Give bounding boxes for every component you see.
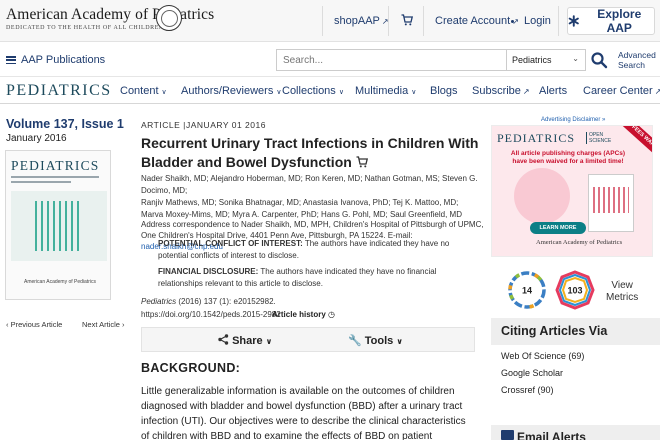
external-link-icon: ↗ [522, 87, 530, 96]
top-bar: American Academy of Pediatrics DEDICATED… [0, 0, 660, 42]
nav-multimedia[interactable]: Multimedia ∨ [355, 85, 416, 97]
conflict-of-interest: POTENTIAL CONFLICT OF INTEREST: The auth… [158, 239, 450, 260]
search-row: AAP Publications Pediatrics ⌄ Advanced S… [0, 43, 660, 77]
wrench-icon: 🔧 [348, 335, 362, 347]
divider [423, 6, 424, 36]
citing-articles-heading: Citing Articles Via [491, 318, 660, 345]
advanced-search-link[interactable]: Advanced Search [618, 50, 656, 70]
article-toolbar: Share ∨ 🔧 Tools ∨ [141, 327, 475, 352]
nav-blogs[interactable]: Blogs [430, 85, 458, 97]
article-title: Recurrent Urinary Tract Infections in Ch… [141, 135, 479, 170]
asterisk-icon [568, 15, 579, 27]
nav-career-center[interactable]: Career Center ↗ [583, 85, 660, 97]
issue-volume-link[interactable]: Volume 137, Issue 1 [6, 117, 124, 131]
crossref-link[interactable]: Crossref (90) [501, 385, 554, 395]
divider [558, 6, 559, 36]
background-heading: BACKGROUND: [141, 361, 241, 375]
main-nav: PEDIATRICS Content ∨ Authors/Reviewers ∨ C… [0, 78, 660, 104]
issue-date: January 2016 [6, 133, 67, 144]
dimensions-badge[interactable]: 14 [507, 270, 547, 310]
search-input[interactable] [276, 49, 506, 71]
chevron-right-icon: › [119, 320, 125, 329]
divider [388, 6, 389, 36]
nav-alerts[interactable]: Alerts [539, 85, 567, 97]
create-account-link[interactable]: Create Account ↗ [435, 15, 519, 27]
previous-article-link[interactable]: ‹ Previous Article [6, 320, 62, 329]
doi-link[interactable]: https://doi.org/10.1542/peds.2015-2982 [141, 310, 281, 319]
citation: Pediatrics (2016) 137 (1): e20152982. [141, 297, 276, 306]
advertisement-banner[interactable]: PEDIATRICS OPEN SCIENCE FEES WAIVED All a… [491, 125, 653, 257]
tools-button[interactable]: 🔧 Tools ∨ [348, 334, 403, 347]
aap-seal-icon [156, 5, 182, 31]
nav-authors-reviewers[interactable]: Authors/Reviewers ∨ [181, 85, 281, 97]
aap-brand[interactable]: American Academy of Pediatrics DEDICATED… [6, 6, 215, 32]
next-article-link[interactable]: Next Article › [82, 320, 125, 329]
nav-collections[interactable]: Collections ∨ [282, 85, 344, 97]
ad-journal-cover [588, 174, 634, 232]
ad-illustration [514, 168, 570, 224]
login-link[interactable]: Login [524, 15, 551, 27]
aap-tagline: DEDICATED TO THE HEALTH OF ALL CHILDREN® [6, 25, 170, 31]
cart-icon[interactable] [356, 156, 368, 168]
citing-articles-list: Web Of Science (69) Google Scholar Cross… [501, 351, 584, 402]
article-date: JANUARY 01 2016 [186, 120, 266, 130]
share-button[interactable]: Share ∨ [218, 334, 272, 347]
web-of-science-link[interactable]: Web Of Science (69) [501, 351, 584, 361]
chevron-down-icon: ∨ [161, 89, 167, 96]
ad-logo: PEDIATRICS [497, 131, 576, 145]
chevron-down-icon: ∨ [338, 89, 344, 96]
view-metrics-link[interactable]: View Metrics [606, 280, 638, 304]
nav-subscribe[interactable]: Subscribe ↗ [472, 85, 530, 97]
envelope-icon [501, 430, 514, 440]
cover-publisher: American Academy of Pediatrics [24, 279, 96, 285]
chevron-down-icon: ∨ [265, 337, 273, 346]
ad-publisher: American Academy of Pediatrics [536, 239, 623, 246]
aap-publications-link[interactable]: AAP Publications [21, 54, 105, 66]
menu-icon[interactable] [6, 56, 16, 65]
chevron-down-icon: ∨ [411, 89, 417, 96]
chevron-down-icon: ⌄ [572, 54, 579, 63]
altmetric-score: 103 [567, 286, 582, 296]
ad-offer-text: All article publishing charges (APCs) ha… [510, 150, 626, 165]
ad-open-science: OPEN SCIENCE [586, 132, 611, 144]
financial-disclosure: FINANCIAL DISCLOSURE: The authors have i… [158, 267, 437, 288]
issue-cover-image[interactable]: PEDIATRICS American Academy of Pediatric… [5, 150, 111, 300]
share-icon [218, 334, 229, 345]
chevron-down-icon: ∨ [276, 89, 282, 96]
aap-name: American Academy of Pediatrics [6, 6, 215, 23]
google-scholar-link[interactable]: Google Scholar [501, 368, 563, 378]
dimensions-count: 14 [522, 286, 532, 296]
chevron-down-icon: ∨ [396, 337, 403, 346]
learn-more-button[interactable]: LEARN MORE [530, 222, 586, 234]
cart-icon[interactable] [401, 14, 413, 26]
altmetric-badge[interactable]: 103 [555, 270, 595, 310]
cover-artwork [11, 191, 107, 261]
search-icon[interactable] [590, 51, 608, 69]
article-history-link[interactable]: Article history ◷ [272, 310, 335, 319]
clock-icon: ◷ [328, 310, 336, 319]
explore-aap-button[interactable]: Explore AAP [567, 7, 655, 35]
nav-content[interactable]: Content ∨ [120, 85, 167, 97]
separator-dot [511, 20, 514, 23]
abstract-background: Little generalizable information is avai… [141, 386, 466, 440]
cover-title: PEDIATRICS [11, 158, 100, 173]
external-link-icon: ↗ [654, 87, 660, 96]
divider [322, 6, 323, 36]
search-scope-select[interactable]: Pediatrics ⌄ [506, 49, 586, 71]
article-type: ARTICLE | [141, 120, 186, 130]
email-alerts-heading: Email Alerts [491, 425, 660, 440]
author-list[interactable]: Nader Shaikh, MD; Alejandro Hoberman, MD… [141, 173, 486, 221]
pediatrics-logo[interactable]: PEDIATRICS [6, 82, 112, 100]
shop-aap-link[interactable]: shopAAP ↗ [334, 15, 389, 27]
advertising-disclaimer-link[interactable]: Advertising Disclaimer » [541, 117, 605, 123]
